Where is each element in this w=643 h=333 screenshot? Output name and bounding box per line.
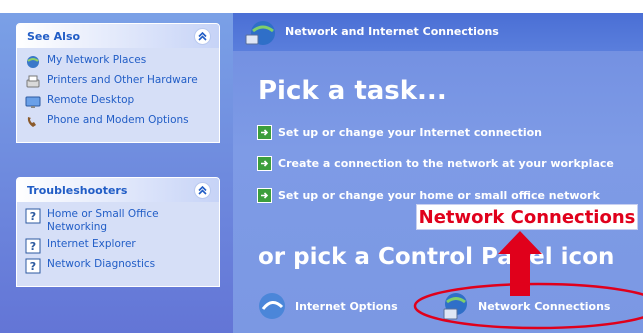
task-internet-connection[interactable]: Set up or change your Internet connectio… — [257, 125, 542, 140]
phone-icon — [27, 117, 36, 127]
chevron-up-icon — [198, 185, 207, 195]
see-also-item-network-places[interactable]: My Network Places — [25, 54, 213, 70]
see-also-item-phone-modem[interactable]: Phone and Modem Options — [25, 114, 213, 130]
collapse-see-also-button[interactable] — [194, 27, 211, 45]
remote-desktop-icon — [25, 96, 41, 108]
collapse-troubleshooters-button[interactable] — [194, 181, 211, 199]
svg-text:?: ? — [30, 210, 36, 223]
top-strip — [0, 0, 233, 13]
help-icon: ? — [25, 208, 41, 224]
network-connections-icon — [443, 293, 467, 320]
green-arrow-icon — [257, 125, 272, 140]
top-strip — [233, 0, 643, 13]
control-panel-icon-label: Internet Options — [295, 299, 398, 313]
see-also-panel: See Also My Network Places Printers and … — [16, 23, 220, 143]
svg-text:?: ? — [30, 260, 36, 273]
see-also-item-printers[interactable]: Printers and Other Hardware — [25, 74, 213, 90]
troubleshooters-panel: Troubleshooters ? Home or Small Office N… — [16, 177, 220, 287]
task-label: Set up or change your home or small offi… — [278, 189, 600, 202]
see-also-header[interactable]: See Also — [17, 24, 219, 48]
green-arrow-icon — [257, 156, 272, 171]
task-label: Create a connection to the network at yo… — [278, 157, 614, 170]
see-also-label: Remote Desktop — [47, 94, 135, 106]
help-icon: ? — [25, 238, 41, 254]
printer-icon — [26, 75, 40, 88]
control-panel-icon-label: Network Connections — [478, 299, 611, 313]
chevron-up-icon — [198, 31, 207, 41]
troubleshooters-title: Troubleshooters — [27, 183, 128, 197]
task-pane: See Also My Network Places Printers and … — [0, 0, 233, 333]
see-also-title: See Also — [27, 29, 81, 43]
task-workplace-connection[interactable]: Create a connection to the network at yo… — [257, 156, 614, 171]
see-also-item-remote-desktop[interactable]: Remote Desktop — [25, 94, 213, 110]
network-connections-link[interactable]: Network Connections — [438, 289, 610, 323]
task-label: Set up or change your Internet connectio… — [278, 126, 542, 139]
internet-options-icon — [259, 293, 285, 319]
troubleshooter-label: Home or Small Office Networking — [47, 208, 159, 233]
troubleshooter-label: Internet Explorer — [47, 238, 136, 250]
troubleshooter-label: Network Diagnostics — [47, 258, 156, 270]
control-panel-heading: or pick a Control Panel icon — [258, 244, 615, 270]
troubleshooter-item-home-networking[interactable]: ? Home or Small Office Networking — [25, 208, 213, 234]
annotation-callout: Network Connections — [416, 204, 638, 230]
troubleshooters-header[interactable]: Troubleshooters — [17, 178, 219, 202]
network-places-icon — [27, 56, 39, 68]
task-home-network[interactable]: Set up or change your home or small offi… — [257, 188, 600, 203]
see-also-label: Phone and Modem Options — [47, 114, 189, 126]
internet-options-link[interactable]: Internet Options — [255, 289, 398, 323]
category-header: Network and Internet Connections — [233, 13, 643, 51]
green-arrow-icon — [257, 188, 272, 203]
see-also-label: Printers and Other Hardware — [47, 74, 198, 86]
main-content: Network and Internet Connections Pick a … — [233, 0, 643, 333]
network-globe-icon — [245, 21, 275, 45]
troubleshooter-item-internet-explorer[interactable]: ? Internet Explorer — [25, 238, 213, 254]
category-title: Network and Internet Connections — [285, 25, 499, 38]
troubleshooter-item-network-diagnostics[interactable]: ? Network Diagnostics — [25, 258, 213, 274]
see-also-label: My Network Places — [47, 54, 147, 66]
svg-text:?: ? — [30, 240, 36, 253]
pick-task-heading: Pick a task... — [258, 76, 447, 106]
help-icon: ? — [25, 258, 41, 274]
